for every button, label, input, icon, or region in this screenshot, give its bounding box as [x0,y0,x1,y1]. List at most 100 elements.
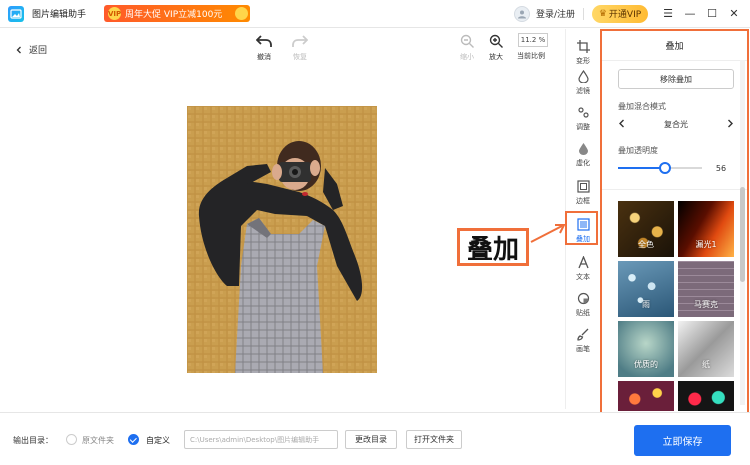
zoom-in-button[interactable]: 放大 [482,33,510,62]
tool-sticker[interactable]: 贴纸 [566,291,600,318]
redo-icon [292,33,308,49]
output-dir-label: 输出目录： [13,436,53,445]
tool-filter[interactable]: 滤镜 [566,69,600,96]
tool-label: 变形 [576,57,590,65]
tool-label: 虚化 [576,159,590,167]
divider [602,189,747,190]
change-dir-button[interactable]: 更改目录 [345,430,397,449]
redo-button[interactable]: 恢复 [286,33,314,62]
sticker-icon [576,291,590,305]
tool-crop[interactable]: 变形 [566,39,600,66]
maximize-icon[interactable]: ☐ [702,4,722,24]
close-icon[interactable]: ✕ [724,4,744,24]
active-tool-highlight [565,211,598,245]
redo-label: 恢复 [293,53,307,61]
avatar[interactable] [513,5,530,22]
tool-label: 边框 [576,197,590,205]
source-folder-label[interactable]: 原文件夹 [82,435,114,446]
title-bar: 图片编辑助手 VIP 周年大促 VIP立减100元 登录/注册 ♛ 开通VIP … [0,0,750,28]
thumbnail-label: 马赛克 [694,300,718,309]
brush-icon [576,327,590,341]
edited-photo[interactable] [187,106,377,373]
tool-text[interactable]: 文本 [566,255,600,282]
zoom-value[interactable]: 11.2 % [518,33,548,47]
thumbnail-label: 全色 [638,240,654,249]
undo-icon [256,33,272,49]
opacity-slider[interactable] [618,161,702,175]
undo-label: 撤消 [257,53,271,61]
save-now-button[interactable]: 立即保存 [634,425,731,456]
back-button[interactable]: 返回 [12,43,47,56]
annotation-arrow-icon [530,224,566,243]
slider-thumb[interactable] [659,162,672,174]
annotation-callout: 叠加 [457,228,529,266]
overlay-thumbnail[interactable]: 雨 [618,261,674,317]
overlay-thumbnail[interactable]: 优质的 [618,321,674,377]
zoom-in-icon [488,33,504,49]
tool-border[interactable]: 边框 [566,179,600,206]
overlay-thumbnail[interactable] [618,381,674,411]
overlay-thumbnail[interactable] [678,381,734,411]
menu-icon[interactable]: ☰ [658,4,678,24]
scrollbar-thumb[interactable] [740,187,745,282]
app-title: 图片编辑助手 [32,10,87,20]
zoom-label: 当前比例 [517,52,545,60]
overlay-thumbnail[interactable]: 全色 [618,201,674,257]
tool-label: 文本 [576,273,590,281]
minimize-icon[interactable]: — [680,4,700,24]
crop-icon [576,39,590,53]
blend-mode-value: 复合光 [664,120,688,129]
editor-toolbar: 返回 撤消 恢复 缩小 放大 11.2 % 当前比例 [0,29,565,69]
tool-label: 调整 [576,123,590,131]
text-icon [576,255,590,269]
chevron-left-icon [12,43,25,56]
border-icon [576,179,590,193]
custom-folder-label[interactable]: 自定义 [146,435,170,446]
tool-brush[interactable]: 画笔 [566,327,600,354]
opacity-label: 叠加透明度 [618,146,658,155]
zoom-out-icon [459,33,475,49]
tool-label: 滤镜 [576,87,590,95]
overlay-thumbnail[interactable]: 马赛克 [678,261,734,317]
vip-badge-icon: VIP [108,7,121,20]
source-folder-radio[interactable] [66,434,77,445]
overlay-panel: 叠加 移除叠加 叠加混合模式 复合光 叠加透明度 56 全色 漏光1 雨 马赛克… [600,29,749,418]
open-vip-button[interactable]: ♛ 开通VIP [592,4,648,23]
promo-banner[interactable]: VIP 周年大促 VIP立减100元 [104,5,251,22]
tool-label: 贴纸 [576,309,590,317]
app-logo-icon [8,5,24,22]
filter-icon [576,69,590,83]
tool-adjust[interactable]: 调整 [566,105,600,132]
zoom-in-label: 放大 [489,53,503,61]
coin-icon [235,7,249,20]
remove-overlay-button[interactable]: 移除叠加 [618,69,734,89]
blend-mode-selector: 复合光 [618,119,734,130]
crown-icon: ♛ [598,8,607,19]
back-label: 返回 [29,46,48,56]
zoom-out-label: 缩小 [460,53,474,61]
blend-mode-label: 叠加混合模式 [618,102,666,111]
open-vip-label: 开通VIP [608,10,642,20]
tool-blur[interactable]: 虚化 [566,141,600,168]
overlay-thumbnail[interactable]: 漏光1 [678,201,734,257]
zoom-out-button[interactable]: 缩小 [453,33,481,62]
panel-title: 叠加 [602,31,747,61]
open-folder-button[interactable]: 打开文件夹 [406,430,462,449]
custom-folder-radio[interactable] [128,434,139,445]
divider [583,7,584,20]
slider-fill [618,167,666,169]
undo-button[interactable]: 撤消 [250,33,278,62]
bottom-bar: 输出目录： 原文件夹 自定义 C:\Users\admin\Desktop\图片… [0,412,750,465]
next-blend-button[interactable] [726,119,734,130]
tool-label: 画笔 [576,345,590,353]
panel-scrollbar[interactable] [740,60,745,405]
overlay-thumbnail[interactable]: 纸 [678,321,734,377]
thumbnail-label: 漏光1 [695,240,717,249]
promo-text: 周年大促 VIP立减100元 [125,10,223,20]
output-path-field[interactable]: C:\Users\admin\Desktop\图片编辑助手 [184,430,338,449]
opacity-value[interactable]: 56 [708,161,734,175]
prev-blend-button[interactable] [618,119,626,130]
login-link[interactable]: 登录/注册 [536,7,575,20]
thumbnail-label: 雨 [642,300,650,309]
blur-icon [576,141,590,155]
